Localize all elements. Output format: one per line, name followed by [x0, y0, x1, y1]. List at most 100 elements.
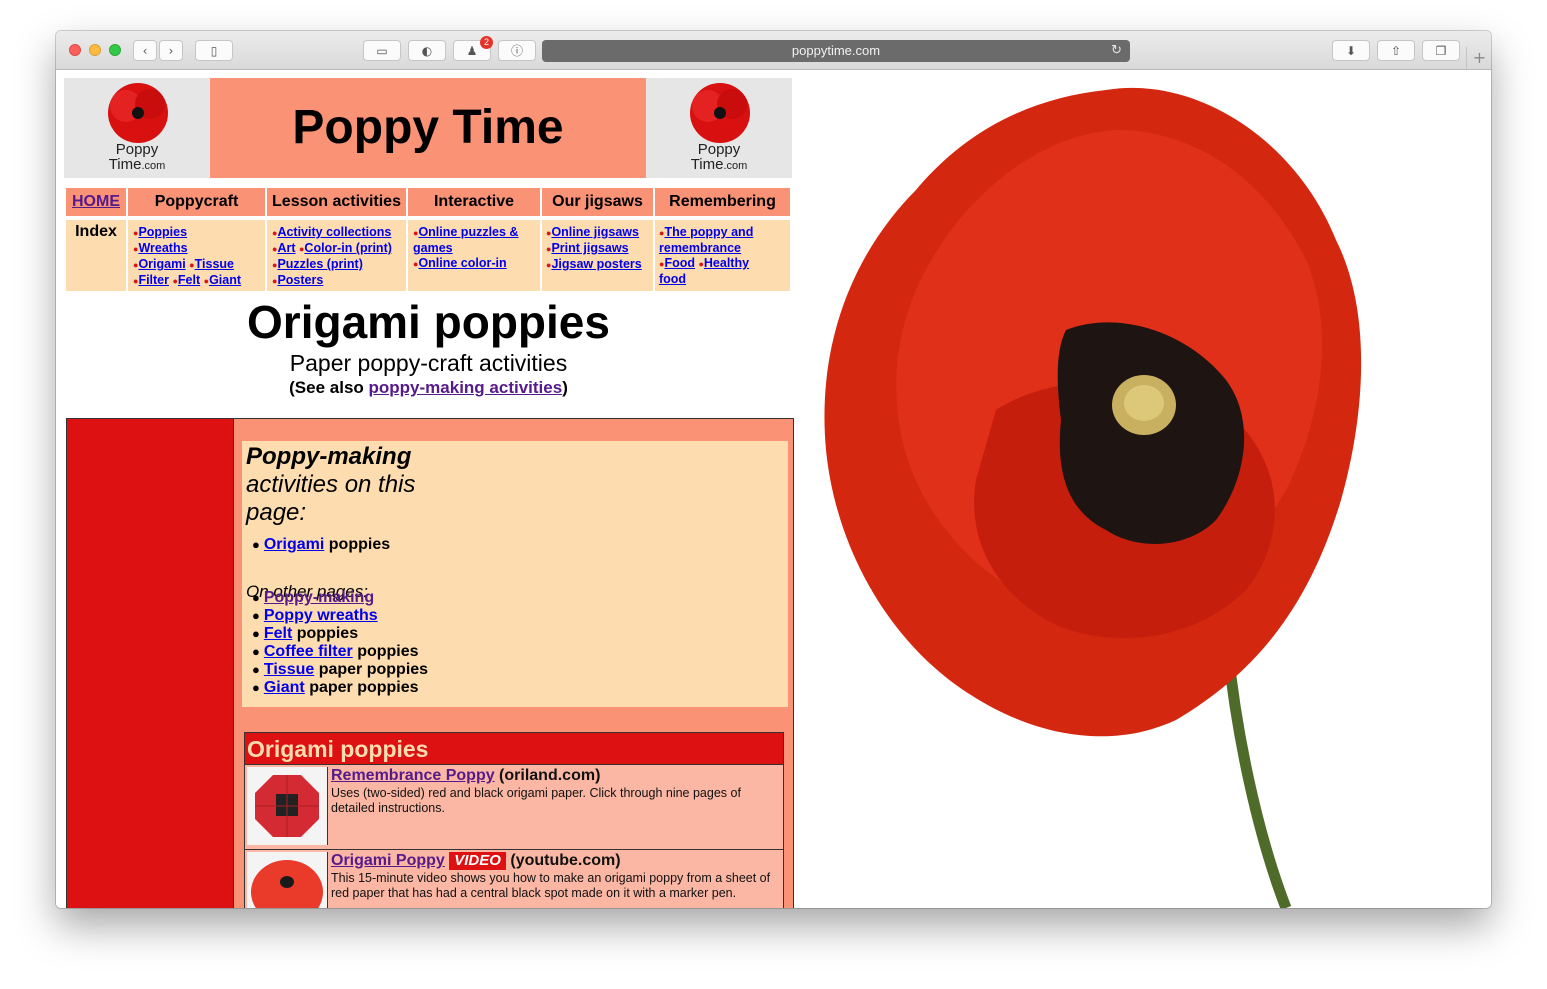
reload-icon[interactable]: ↻	[1111, 40, 1122, 62]
logo-left[interactable]: Poppy Time.com	[64, 78, 210, 178]
link-poppies[interactable]: Poppies	[138, 225, 187, 239]
content-table: Poppy-making activities on this page: ● Ori…	[66, 418, 794, 908]
logo-line1: Poppy	[697, 141, 741, 158]
bullet-icon: ●	[252, 537, 260, 552]
zoom-window-button[interactable]	[109, 44, 121, 56]
chevron-right-icon: ›	[168, 43, 174, 58]
browser-window: ‹ › ▯ ▭ ◐ ♟ 2 ⓘ poppytime.com ↻ ⬇ ⇧ ❐ + …	[56, 31, 1491, 908]
link-healthy[interactable]: Healthy	[704, 256, 749, 270]
toc-this-page-list: ● Origami poppies	[252, 536, 390, 554]
video-badge: VIDEO	[449, 852, 506, 870]
bullet-icon: ●	[252, 608, 260, 623]
link-healthy-food[interactable]: food	[659, 272, 686, 286]
nav-index: Index	[66, 220, 126, 291]
address-bar[interactable]: poppytime.com ↻	[542, 40, 1130, 62]
entry-remembrance-poppy: Remembrance Poppy (oriland.com) Uses (tw…	[244, 765, 784, 850]
link-puzzles-print[interactable]: Puzzles (print)	[277, 257, 362, 271]
toc-other-list: ● Poppy-making ● Poppy wreaths ● Felt poppi…	[252, 589, 428, 697]
toc-link-origami[interactable]: Origami	[264, 536, 324, 553]
link-color-in-print[interactable]: Color-in (print)	[304, 241, 391, 255]
extension-button-1[interactable]: ▭	[363, 40, 401, 61]
link-posters[interactable]: Posters	[277, 273, 323, 287]
toc-link-poppy-wreaths[interactable]: Poppy wreaths	[264, 607, 378, 624]
toc-box: Poppy-making activities on this page: ● Ori…	[242, 441, 788, 707]
link-activity-collections[interactable]: Activity collections	[277, 225, 391, 239]
toc-item: ● Felt poppies	[252, 625, 359, 642]
new-tab-button[interactable]: +	[1466, 47, 1491, 69]
logo-line1: Poppy	[115, 141, 159, 158]
share-button[interactable]: ⇧	[1377, 40, 1415, 61]
link-wreaths[interactable]: Wreaths	[138, 241, 187, 255]
toc-item: ● Coffee filter poppies	[252, 643, 419, 660]
plus-icon: +	[1472, 48, 1487, 67]
nav-poppycraft[interactable]: Poppycraft	[128, 188, 265, 216]
toc-title: Poppy-making activities on this page:	[246, 443, 416, 526]
link-origami[interactable]: Origami	[138, 257, 185, 271]
thumbnail-origami-poppy-video[interactable]	[247, 852, 328, 908]
nav-remembering[interactable]: Remembering	[655, 188, 790, 216]
link-games[interactable]: games	[413, 241, 453, 255]
close-window-button[interactable]	[69, 44, 81, 56]
site-title: Poppy Time	[292, 101, 564, 154]
entry-link[interactable]: Origami Poppy	[331, 852, 445, 869]
origami-poppy-image	[247, 767, 327, 845]
toggle-icon: ◐	[421, 43, 433, 58]
nav-interactive[interactable]: Interactive	[408, 188, 540, 216]
toc-link-felt[interactable]: Felt	[264, 625, 292, 642]
toc-item: ● Giant paper poppies	[252, 679, 419, 696]
see-also: (See also poppy-making activities)	[289, 378, 568, 397]
poppy-photo	[824, 87, 1362, 908]
bullet-icon: ●	[252, 680, 260, 695]
nav-lesson-activities[interactable]: Lesson activities	[267, 188, 406, 216]
link-poppy-remembrance[interactable]: The poppy and	[664, 225, 753, 239]
tabs-button[interactable]: ❐	[1422, 40, 1460, 61]
toc-link-coffee-filter[interactable]: Coffee filter	[264, 643, 353, 660]
entry-text: Remembrance Poppy (oriland.com) Uses (tw…	[331, 766, 779, 816]
link-art[interactable]: Art	[277, 241, 295, 255]
nav-home[interactable]: HOME	[66, 188, 126, 216]
logo-line2: Time.com	[690, 156, 748, 173]
toc-link-poppy-making[interactable]: Poppy-making	[264, 589, 374, 606]
link-tissue[interactable]: Tissue	[195, 257, 234, 271]
info-button[interactable]: ⓘ	[498, 40, 536, 61]
link-print-jigsaws[interactable]: Print jigsaws	[551, 241, 628, 255]
bullet-icon: ●	[252, 590, 260, 605]
link-jigsaw-posters[interactable]: Jigsaw posters	[551, 257, 641, 271]
downloads-button[interactable]: ⬇	[1332, 40, 1370, 61]
url-text: poppytime.com	[791, 43, 881, 58]
origami-poppy-video-image	[247, 852, 327, 908]
link-online-jigsaws[interactable]: Online jigsaws	[551, 225, 639, 239]
sidebar-button[interactable]: ▯	[195, 40, 233, 61]
bullet-icon: ●	[252, 662, 260, 677]
toc-link-tissue[interactable]: Tissue	[264, 661, 314, 678]
tabs-icon: ❐	[1435, 43, 1447, 58]
entry-title: Remembrance Poppy (oriland.com)	[331, 767, 601, 784]
link-filter[interactable]: Filter	[138, 273, 169, 287]
home-link[interactable]: HOME	[72, 193, 120, 210]
bullet-icon: ●	[252, 644, 260, 659]
entry-text: Origami Poppy VIDEO (youtube.com) This 1…	[331, 851, 779, 901]
link-felt[interactable]: Felt	[178, 273, 200, 287]
back-button[interactable]: ‹	[133, 40, 157, 61]
web-content: Poppy Time.com Poppy Time Poppy Time.com…	[56, 70, 1491, 908]
logo-right[interactable]: Poppy Time.com	[646, 78, 792, 178]
see-also-link[interactable]: poppy-making activities	[369, 378, 563, 397]
link-online-puzzles[interactable]: Online puzzles &	[418, 225, 518, 239]
toc-link-giant[interactable]: Giant	[264, 679, 305, 696]
minimize-window-button[interactable]	[89, 44, 101, 56]
link-online-color-in[interactable]: Online color-in	[418, 256, 506, 270]
link-giant[interactable]: Giant	[209, 273, 241, 287]
nav-our-jigsaws[interactable]: Our jigsaws	[542, 188, 653, 216]
chevron-left-icon: ‹	[142, 43, 148, 58]
entry-link[interactable]: Remembrance Poppy	[331, 767, 495, 784]
sub-poppycraft: ●Poppies ●Wreaths ●Origami ●Tissue ●Filt…	[128, 220, 265, 291]
extension-button-2[interactable]: ◐	[408, 40, 446, 61]
share-icon: ⇧	[1390, 43, 1402, 58]
link-remembrance[interactable]: remembrance	[659, 241, 741, 255]
forward-button[interactable]: ›	[159, 40, 183, 61]
link-food[interactable]: Food	[664, 256, 695, 270]
origami-section-heading: Origami poppies	[244, 732, 784, 765]
sub-lesson: ●Activity collections ●Art ●Color-in (pr…	[267, 220, 406, 291]
sub-jigsaws: ●Online jigsaws ●Print jigsaws ●Jigsaw p…	[542, 220, 653, 291]
thumbnail-origami-poppy[interactable]	[247, 767, 328, 845]
